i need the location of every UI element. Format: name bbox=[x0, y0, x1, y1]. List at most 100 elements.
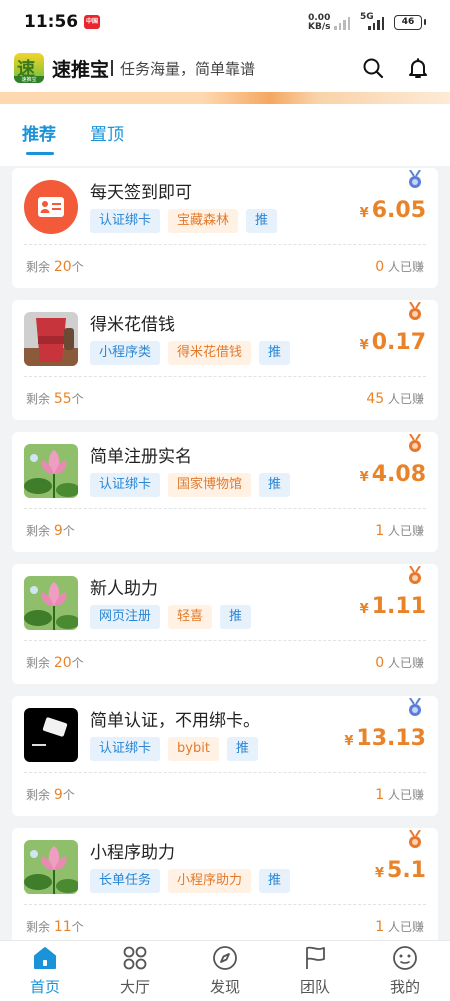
card-divider bbox=[24, 508, 426, 509]
earned-count: 0 人已赚 bbox=[375, 259, 424, 275]
task-thumbnail bbox=[24, 708, 78, 762]
task-title: 小程序助力 bbox=[90, 843, 175, 863]
task-reward: ¥4.08 bbox=[359, 462, 426, 487]
blue-medal-icon bbox=[409, 170, 421, 188]
orange-medal-icon bbox=[409, 566, 421, 584]
task-tags: 长单任务 小程序助力 推 bbox=[90, 869, 291, 893]
home-icon bbox=[34, 947, 56, 969]
remaining-count: 剩余 9个 bbox=[26, 787, 75, 803]
task-card[interactable]: 新人助力 网页注册 轻喜 推 ¥1.11 剩余 20个 0 人已赚 bbox=[12, 564, 438, 684]
compass-icon bbox=[213, 946, 237, 970]
orange-medal-icon bbox=[409, 302, 421, 320]
card-divider bbox=[24, 904, 426, 905]
task-reward: ¥13.13 bbox=[344, 726, 426, 751]
task-title: 新人助力 bbox=[90, 579, 158, 599]
bank-card-image bbox=[24, 708, 78, 762]
task-thumbnail bbox=[24, 312, 78, 366]
tab-pinned[interactable]: 置顶 bbox=[90, 120, 124, 145]
task-tag: 推 bbox=[259, 869, 291, 893]
id-card-icon bbox=[38, 197, 64, 217]
remaining-count: 剩余 20个 bbox=[26, 655, 84, 671]
task-card[interactable]: 每天签到即可 认证绑卡 宝藏森林 推 ¥6.05 剩余 20个 0 人已赚 bbox=[12, 168, 438, 288]
earned-count: 45 人已赚 bbox=[366, 391, 424, 407]
nav-discover[interactable]: 发现 bbox=[180, 941, 270, 1001]
remaining-count: 剩余 11个 bbox=[26, 919, 84, 935]
task-tag: bybit bbox=[168, 737, 219, 761]
task-tag: 国家博物馆 bbox=[168, 473, 252, 497]
tab-underline bbox=[26, 152, 54, 155]
task-tag: 长单任务 bbox=[90, 869, 161, 893]
card-divider bbox=[24, 376, 426, 377]
task-tags: 小程序类 得米花借钱 推 bbox=[90, 341, 291, 365]
task-tags: 认证绑卡 宝藏森林 推 bbox=[90, 209, 278, 233]
blue-medal-icon bbox=[409, 698, 421, 716]
bottom-nav: 首页 大厅 发现 团队 我的 bbox=[0, 940, 450, 1001]
task-reward: ¥6.05 bbox=[359, 198, 426, 223]
lotus-flower-image bbox=[24, 444, 78, 498]
task-tag: 推 bbox=[220, 605, 252, 629]
tab-recommended[interactable]: 推荐 bbox=[22, 120, 56, 145]
earned-count: 0 人已赚 bbox=[375, 655, 424, 671]
card-divider bbox=[24, 244, 426, 245]
app-header: 速 速推宝 速推宝 任务海量，简单靠谱 bbox=[0, 44, 450, 92]
header-divider bbox=[111, 60, 113, 76]
task-tag: 推 bbox=[226, 737, 258, 761]
task-card[interactable]: 得米花借钱 小程序类 得米花借钱 推 ¥0.17 剩余 55个 45 人已赚 bbox=[12, 300, 438, 420]
app-slogan: 任务海量，简单靠谱 bbox=[120, 60, 256, 78]
task-tag: 得米花借钱 bbox=[168, 341, 252, 365]
remaining-count: 剩余 9个 bbox=[26, 523, 75, 539]
task-reward: ¥5.1 bbox=[374, 858, 426, 883]
task-title: 简单注册实名 bbox=[90, 447, 192, 467]
task-card[interactable]: 简单认证，不用绑卡。 认证绑卡 bybit 推 ¥13.13 剩余 9个 1 人… bbox=[12, 696, 438, 816]
task-tag: 轻喜 bbox=[168, 605, 213, 629]
remaining-count: 剩余 20个 bbox=[26, 259, 84, 275]
net-speed: 0.00 KB/s bbox=[308, 13, 331, 32]
lotus-flower-image bbox=[24, 576, 78, 630]
status-time: 11:56 bbox=[24, 12, 79, 32]
app-name: 速推宝 bbox=[52, 59, 110, 81]
task-card[interactable]: 小程序助力 长单任务 小程序助力 推 ¥5.1 剩余 11个 1 人已赚 bbox=[12, 828, 438, 948]
task-tag: 认证绑卡 bbox=[90, 209, 161, 233]
nav-team[interactable]: 团队 bbox=[270, 941, 360, 1001]
task-tag: 认证绑卡 bbox=[90, 473, 161, 497]
task-card[interactable]: 简单注册实名 认证绑卡 国家博物馆 推 ¥4.08 剩余 9个 1 人已赚 bbox=[12, 432, 438, 552]
card-divider bbox=[24, 772, 426, 773]
earned-count: 1 人已赚 bbox=[375, 919, 424, 935]
task-tag: 宝藏森林 bbox=[168, 209, 239, 233]
signal-5g-icon bbox=[368, 14, 384, 30]
task-title: 每天签到即可 bbox=[90, 183, 192, 203]
task-thumbnail bbox=[24, 840, 78, 894]
battery-icon: 46 bbox=[394, 15, 426, 30]
coffee-cup-image bbox=[24, 312, 78, 366]
search-icon[interactable] bbox=[361, 56, 385, 80]
task-tags: 认证绑卡 bybit 推 bbox=[90, 737, 258, 761]
task-tags: 认证绑卡 国家博物馆 推 bbox=[90, 473, 291, 497]
task-title: 得米花借钱 bbox=[90, 315, 175, 335]
task-tags: 网页注册 轻喜 推 bbox=[90, 605, 252, 629]
task-tag: 网页注册 bbox=[90, 605, 161, 629]
flag-icon bbox=[306, 946, 325, 969]
nav-hall[interactable]: 大厅 bbox=[90, 941, 180, 1001]
header-banner-stripe bbox=[0, 92, 450, 104]
task-thumbnail bbox=[24, 180, 78, 234]
task-thumbnail bbox=[24, 576, 78, 630]
task-reward: ¥1.11 bbox=[359, 594, 426, 619]
status-bar: 11:56 中国移动 0.00 KB/s 5G 46 bbox=[0, 0, 450, 44]
lotus-flower-image bbox=[24, 840, 78, 894]
bell-icon[interactable] bbox=[406, 56, 430, 80]
sim-badge: 中国移动 bbox=[84, 15, 100, 39]
task-thumbnail bbox=[24, 444, 78, 498]
grid-icon bbox=[123, 946, 147, 970]
earned-count: 1 人已赚 bbox=[375, 523, 424, 539]
smile-icon bbox=[393, 946, 417, 970]
task-tag: 推 bbox=[246, 209, 278, 233]
nav-mine[interactable]: 我的 bbox=[360, 941, 450, 1001]
nav-home[interactable]: 首页 bbox=[0, 941, 90, 1001]
task-tag: 小程序类 bbox=[90, 341, 161, 365]
app-logo: 速 速推宝 bbox=[14, 53, 44, 83]
earned-count: 1 人已赚 bbox=[375, 787, 424, 803]
task-title: 简单认证，不用绑卡。 bbox=[90, 711, 260, 731]
task-tag: 小程序助力 bbox=[168, 869, 252, 893]
signal-strength-icon bbox=[334, 14, 350, 30]
task-tag: 推 bbox=[259, 341, 291, 365]
